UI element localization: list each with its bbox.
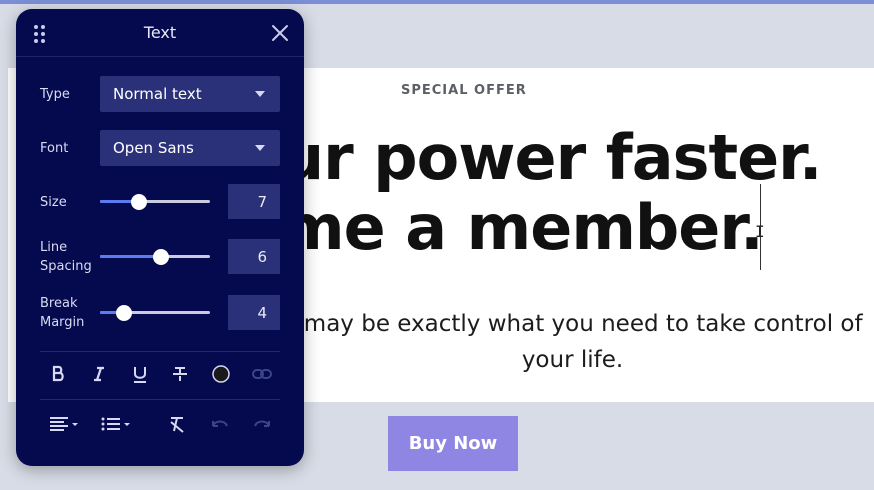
italic-icon[interactable] — [86, 361, 112, 387]
slider-fill — [100, 255, 161, 258]
headline-line-2: me a member. — [280, 191, 764, 264]
slider-thumb[interactable] — [131, 194, 147, 210]
body-paragraph[interactable]: o may be exactly what you need to take c… — [280, 306, 865, 378]
size-label: Size — [40, 195, 67, 210]
break-margin-value-field[interactable]: 4 — [228, 295, 280, 330]
ibeam-cursor-icon: I — [755, 222, 765, 241]
type-dropdown[interactable]: Normal text — [100, 76, 280, 112]
bold-icon[interactable] — [45, 361, 71, 387]
list-icon[interactable] — [98, 411, 134, 437]
strikethrough-icon[interactable] — [167, 361, 193, 387]
break-margin-slider[interactable] — [100, 305, 210, 321]
break-margin-label: Break Margin — [40, 296, 85, 330]
font-value: Open Sans — [113, 139, 194, 157]
text-color-icon[interactable] — [208, 361, 234, 387]
chevron-down-icon — [255, 91, 265, 97]
slider-thumb[interactable] — [153, 249, 169, 265]
headline-line-1: ur power faster. — [280, 121, 822, 194]
underline-icon[interactable] — [127, 361, 153, 387]
close-icon[interactable] — [268, 21, 292, 45]
font-label: Font — [40, 141, 69, 156]
link-icon — [249, 361, 275, 387]
slider-thumb[interactable] — [116, 305, 132, 321]
clear-format-icon[interactable] — [164, 411, 190, 437]
text-settings-panel: Text Type Normal text Font Open Sans Siz… — [16, 9, 304, 466]
align-icon[interactable] — [46, 411, 82, 437]
size-slider[interactable] — [100, 194, 210, 210]
font-dropdown[interactable]: Open Sans — [100, 130, 280, 166]
chevron-down-icon — [255, 145, 265, 151]
type-value: Normal text — [113, 85, 202, 103]
buy-now-button[interactable]: Buy Now — [388, 416, 518, 471]
line-spacing-value-field[interactable]: 6 — [228, 239, 280, 274]
panel-header: Text — [16, 9, 304, 57]
divider — [40, 399, 280, 400]
size-value-field[interactable]: 7 — [228, 184, 280, 219]
undo-icon — [207, 411, 233, 437]
top-accent-bar — [0, 0, 874, 4]
panel-title: Text — [143, 23, 177, 42]
headline[interactable]: ur power faster. me a member. — [280, 123, 874, 263]
type-label: Type — [40, 87, 70, 102]
divider — [40, 351, 280, 352]
redo-icon — [249, 411, 275, 437]
line-spacing-label: Line Spacing — [40, 240, 92, 274]
eyebrow-text: SPECIAL OFFER — [401, 83, 527, 98]
line-spacing-slider[interactable] — [100, 249, 210, 265]
